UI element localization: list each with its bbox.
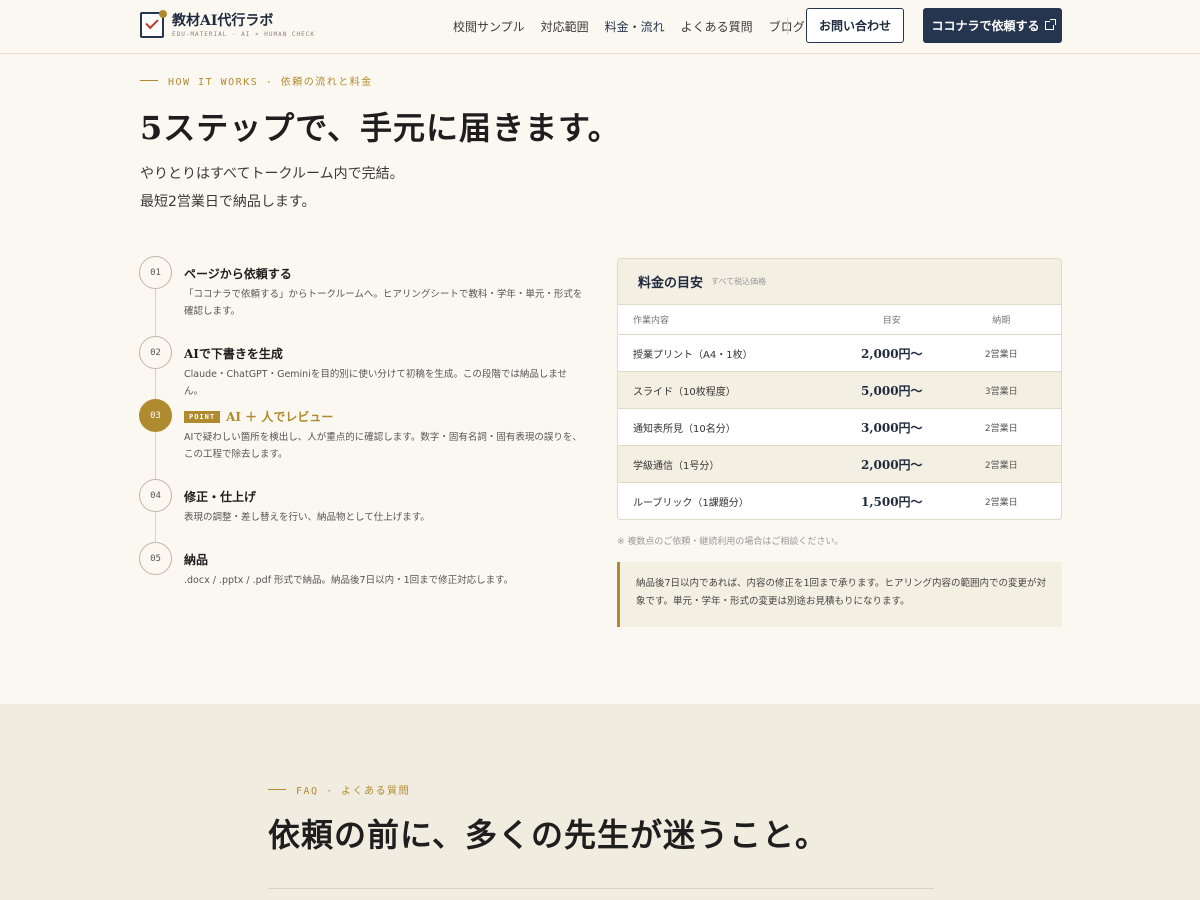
column-header-item: 作業内容 (633, 316, 670, 326)
nav-item-scope[interactable]: 対応範囲 (541, 18, 589, 35)
row-days: 3営業日 (984, 386, 1018, 397)
pricing-table: 料金の目安 すべて税込価格 作業内容 目安 納期 授業プリント（A4・1枚） 2… (617, 258, 1062, 520)
hero-eyebrow-text: HOW IT WORKS · 依頼の流れと料金 (168, 77, 373, 88)
logo-title: 教材AI代行ラボ (172, 12, 274, 29)
hero-desc-line-1: やりとりはすべてトークルーム内で完結。 (140, 166, 404, 182)
step-list: 01 ページから依頼する 「ココナラで依頼する」からトークルームへ。ヒアリングシ… (139, 256, 589, 596)
nav-divider (787, 17, 788, 35)
pricing-header: 料金の目安 すべて税込価格 (618, 259, 1061, 305)
table-row: 学級通信（1号分） 2,000円〜 2営業日 (618, 446, 1061, 483)
revision-notice: 納品後7日以内であれば、内容の修正を1回まで承ります。ヒアリング内容の範囲内での… (617, 562, 1062, 627)
step-number: 04 (139, 479, 172, 512)
nav-item-faq[interactable]: よくある質問 (681, 18, 753, 35)
logo[interactable]: 教材AI代行ラボ EDU-MATERIAL · AI × HUMAN CHECK (140, 10, 315, 38)
faq-divider (268, 888, 934, 889)
pricing-title: 料金の目安 (638, 276, 704, 291)
faq-eyebrow: FAQ · よくある質問 (268, 782, 410, 797)
row-item: 通知表所見（10名分） (633, 423, 736, 435)
row-days: 2営業日 (984, 423, 1018, 434)
row-item: ルーブリック（1課題分） (633, 498, 749, 509)
row-days: 2営業日 (984, 498, 1018, 508)
order-button-label: ココナラで依頼する (931, 19, 1040, 33)
hero-description: やりとりはすべてトークルーム内で完結。 最短2営業日で納品します。 (140, 160, 404, 216)
row-days: 2営業日 (984, 460, 1018, 471)
step-title: ページから依頼する (184, 267, 292, 281)
row-price: 2,000円〜 (860, 457, 923, 472)
table-row: スライド（10枚程度） 5,000円〜 3営業日 (618, 372, 1061, 409)
external-link-icon (1044, 19, 1056, 30)
step-description: AIで疑わしい箇所を検出し、人が重点的に確認します。数字・固有名詞・固有表現の誤… (184, 432, 582, 460)
point-badge: POINT (184, 410, 221, 423)
table-row: 授業プリント（A4・1枚） 2,000円〜 2営業日 (618, 335, 1061, 372)
step-description: 「ココナラで依頼する」からトークルームへ。ヒアリングシートで教科・学年・単元・形… (184, 289, 583, 317)
logo-subtitle: EDU-MATERIAL · AI × HUMAN CHECK (172, 30, 315, 38)
step-title: 修正・仕上げ (184, 490, 257, 504)
step-description: 表現の調整・差し替えを行い、納品物として仕上げます。 (184, 512, 430, 523)
step-title: 納品 (184, 553, 209, 567)
nav-item-pricing[interactable]: 料金・流れ (605, 18, 665, 35)
hero-desc-line-2: 最短2営業日で納品します。 (140, 194, 316, 210)
step-number: 05 (139, 542, 172, 575)
column-header-price: 目安 (882, 316, 901, 326)
nav-item-samples[interactable]: 校閲サンプル (453, 18, 525, 35)
column-header-days: 納期 (992, 316, 1011, 326)
step-title: POINT AI ＋ 人でレビュー (184, 408, 333, 425)
contact-button[interactable]: お問い合わせ (806, 8, 904, 43)
row-days: 2営業日 (984, 349, 1018, 360)
row-price: 2,000円〜 (860, 346, 923, 361)
pricing-tax-note: すべて税込価格 (711, 277, 767, 286)
table-row: 通知表所見（10名分） 3,000円〜 2営業日 (618, 409, 1061, 446)
faq-section: FAQ · よくある質問 依頼の前に、多くの先生が迷うこと。 (0, 704, 1200, 900)
step-number: 01 (139, 256, 172, 289)
hero-eyebrow: HOW IT WORKS · 依頼の流れと料金 (140, 73, 373, 88)
row-price: 3,000円〜 (860, 420, 923, 435)
order-button[interactable]: ココナラで依頼する (923, 8, 1062, 43)
site-header: 教材AI代行ラボ EDU-MATERIAL · AI × HUMAN CHECK… (0, 0, 1200, 54)
hero-title: 5ステップで、手元に届きます。 (140, 109, 621, 147)
step-description: Claude・ChatGPT・Geminiを目的別に使い分けて初稿を生成。この段… (184, 369, 568, 397)
main-nav: 校閲サンプル 対応範囲 料金・流れ よくある質問 ブログ (453, 18, 805, 35)
table-row: ルーブリック（1課題分） 1,500円〜 2営業日 (618, 483, 1061, 519)
step-title-text: AI ＋ 人でレビュー (226, 410, 334, 424)
step-number: 02 (139, 336, 172, 369)
row-price: 1,500円〜 (860, 495, 923, 509)
step-title: AIで下書きを生成 (184, 347, 283, 361)
row-item: 学級通信（1号分） (633, 460, 720, 472)
faq-title: 依頼の前に、多くの先生が迷うこと。 (268, 816, 829, 854)
pricing-column-headers: 作業内容 目安 納期 (618, 305, 1061, 335)
row-item: 授業プリント（A4・1枚） (633, 349, 753, 361)
row-price: 5,000円〜 (860, 383, 923, 398)
faq-eyebrow-text: FAQ · よくある質問 (296, 786, 411, 797)
step-description: .docx / .pptx / .pdf 形式で納品。納品後7日以内・1回まで修… (184, 575, 514, 586)
contact-button-label: お問い合わせ (818, 19, 891, 33)
row-item: スライド（10枚程度） (633, 386, 736, 398)
step-number: 03 (139, 399, 172, 432)
pricing-footnote: ※ 複数点のご依頼・継続利用の場合はご相談ください。 (617, 537, 844, 547)
clipboard-check-icon (140, 10, 167, 38)
